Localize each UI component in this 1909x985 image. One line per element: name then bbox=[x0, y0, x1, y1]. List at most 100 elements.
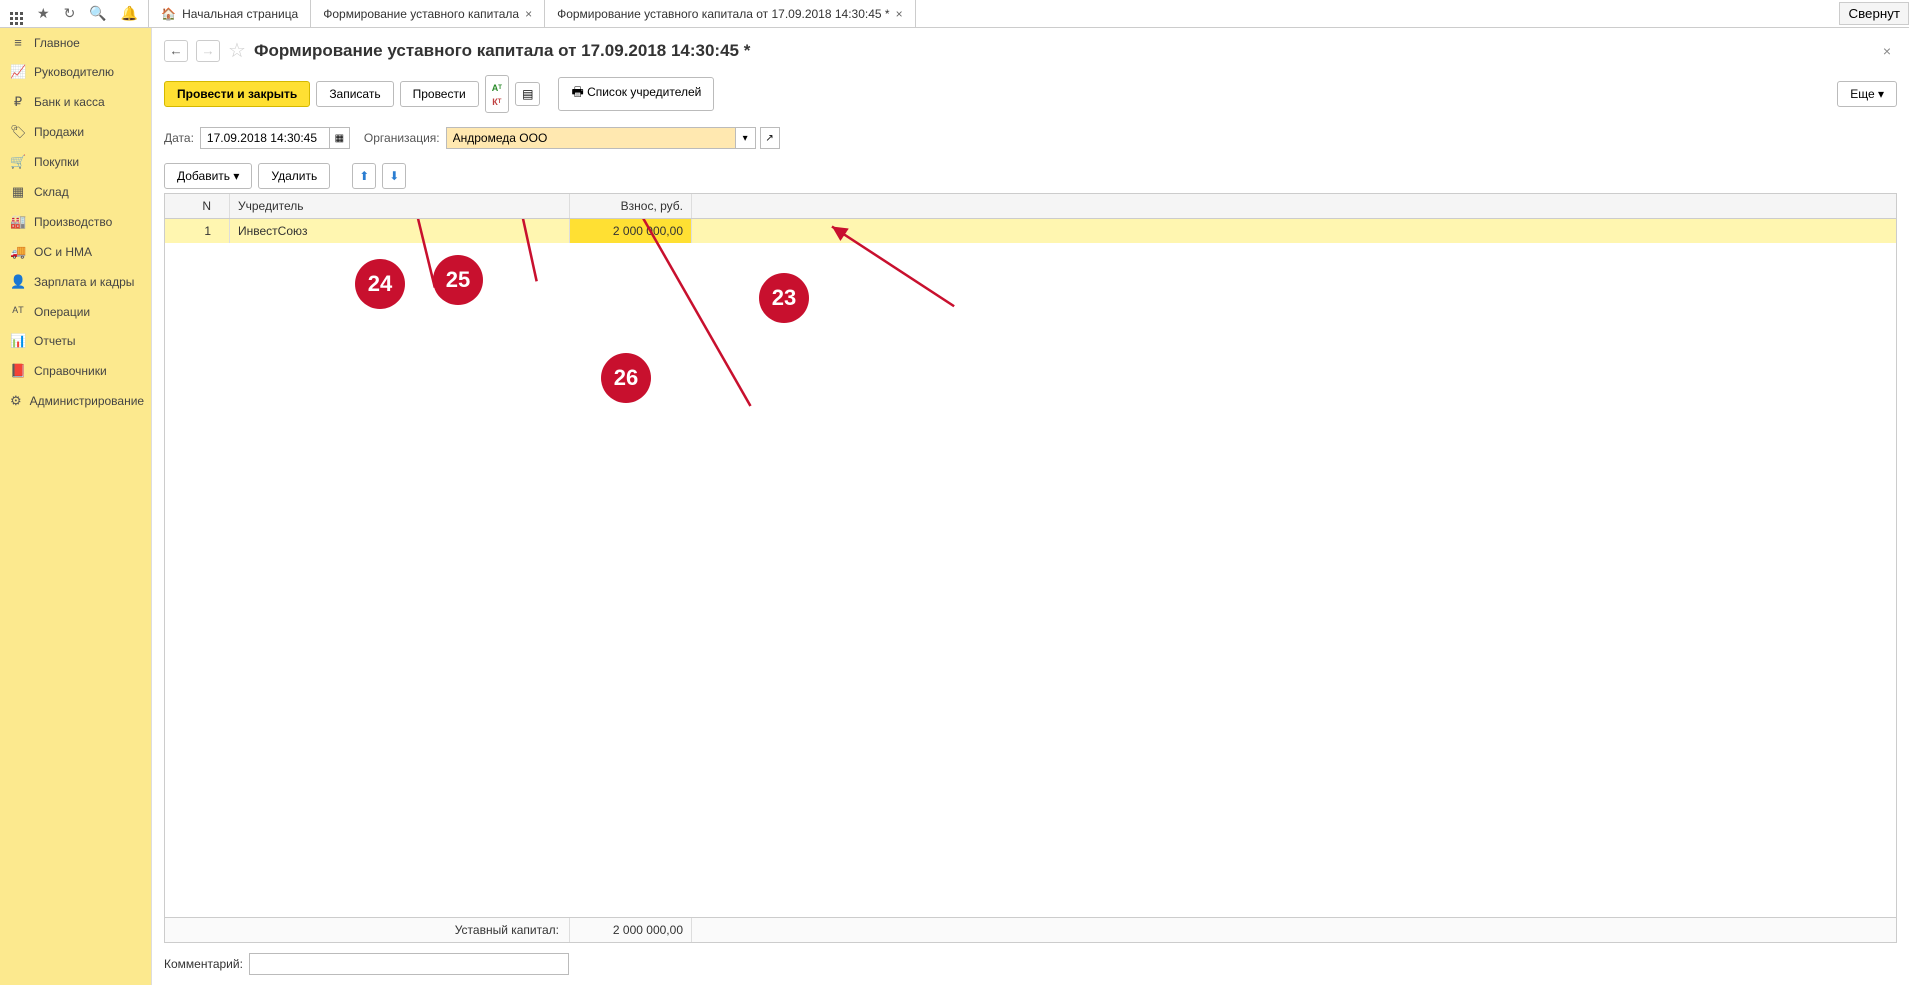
apps-icon[interactable] bbox=[10, 2, 23, 25]
founders-list-label: Список учредителей bbox=[587, 85, 701, 99]
search-icon[interactable]: 🔍 bbox=[89, 5, 106, 22]
document-icon: ▤ bbox=[522, 87, 533, 101]
nav-forward-button[interactable]: → bbox=[196, 40, 220, 62]
truck-icon: 🚚 bbox=[10, 244, 26, 260]
sidebar-item-reports[interactable]: 📊 Отчеты bbox=[0, 326, 151, 356]
sidebar-item-manager[interactable]: 📈Руководителю bbox=[0, 57, 151, 87]
sidebar-item-label: Справочники bbox=[34, 364, 107, 378]
dt-kt-icon: ᴬᵀ bbox=[10, 304, 26, 319]
warehouse-icon: ▦ bbox=[10, 184, 26, 200]
cell-founder[interactable]: ИнвестСоюз bbox=[230, 219, 570, 243]
delete-row-button[interactable]: Удалить bbox=[258, 163, 330, 189]
tab-label: Начальная страница bbox=[182, 7, 298, 21]
sidebar-item-purchases[interactable]: 🛒 Покупки bbox=[0, 147, 151, 177]
close-doc-button[interactable]: × bbox=[1877, 43, 1897, 59]
sidebar-item-label: Отчеты bbox=[34, 334, 75, 348]
sidebar-item-label: Руководителю bbox=[34, 65, 114, 79]
collapse-button[interactable]: Свернут bbox=[1839, 2, 1909, 25]
post-button[interactable]: Провести bbox=[400, 81, 479, 107]
dt-kt-icon: АᵀКᵀ bbox=[492, 83, 502, 107]
sidebar-item-catalogs[interactable]: 📕 Справочники bbox=[0, 356, 151, 386]
org-label: Организация: bbox=[364, 131, 440, 145]
tab-doc-list[interactable]: Формирование уставного капитала × bbox=[311, 0, 545, 27]
annotation-26: 26 bbox=[601, 353, 651, 403]
attachments-button[interactable]: ▤ bbox=[515, 82, 540, 106]
menu-icon: ≡ bbox=[10, 35, 26, 50]
person-icon: 👤 bbox=[10, 274, 26, 290]
doc-title: Формирование уставного капитала от 17.09… bbox=[254, 41, 750, 61]
tag-icon: 🏷 bbox=[10, 124, 26, 140]
col-header-rest bbox=[692, 194, 1896, 218]
dt-kt-button[interactable]: АᵀКᵀ bbox=[485, 75, 509, 113]
move-down-button[interactable]: ⬇ bbox=[382, 163, 406, 189]
ruble-icon: ₽ bbox=[10, 94, 26, 110]
sidebar-item-sales[interactable]: 🏷 Продажи bbox=[0, 117, 151, 147]
sidebar-item-production[interactable]: 🏭 Производство bbox=[0, 207, 151, 237]
book-icon: 📕 bbox=[10, 363, 26, 379]
org-open-button[interactable]: ↗ bbox=[760, 127, 780, 149]
sidebar-item-salary[interactable]: 👤 Зарплата и кадры bbox=[0, 267, 151, 297]
history-icon[interactable]: ↻ bbox=[64, 5, 76, 22]
sidebar-item-label: ОС и НМА bbox=[34, 245, 92, 259]
organization-input[interactable] bbox=[446, 127, 736, 149]
gear-icon: ⚙ bbox=[10, 393, 22, 409]
add-label: Добавить bbox=[177, 169, 230, 183]
bars-icon: 📊 bbox=[10, 333, 26, 349]
col-header-founder[interactable]: Учредитель bbox=[230, 194, 570, 218]
footer-total: 2 000 000,00 bbox=[570, 918, 692, 942]
date-picker-button[interactable]: ▦ bbox=[330, 127, 350, 149]
sidebar-item-label: Продажи bbox=[34, 125, 84, 139]
factory-icon: 🏭 bbox=[10, 214, 26, 230]
col-header-amount[interactable]: Взнос, руб. bbox=[570, 194, 692, 218]
bell-icon[interactable]: 🔔 bbox=[121, 5, 138, 22]
cell-n: 1 bbox=[165, 219, 230, 243]
tab-doc-instance[interactable]: Формирование уставного капитала от 17.09… bbox=[545, 0, 916, 27]
sidebar: ≡ Главное 📈Руководителю ₽ Банк и касса 🏷 Пр… bbox=[0, 28, 152, 985]
home-icon: 🏠 bbox=[161, 7, 176, 21]
sidebar-item-label: Банк и касса bbox=[34, 95, 105, 109]
sidebar-item-label: Операции bbox=[34, 305, 90, 319]
save-button[interactable]: Записать bbox=[316, 81, 393, 107]
annotation-25: 25 bbox=[433, 255, 483, 305]
printer-icon: 🖶 bbox=[571, 84, 583, 99]
favorite-star-icon[interactable]: ☆ bbox=[228, 38, 246, 63]
more-label: Еще bbox=[1850, 87, 1874, 101]
annotation-24: 24 bbox=[355, 259, 405, 309]
tab-label: Формирование уставного капитала bbox=[323, 7, 519, 21]
comment-input[interactable] bbox=[249, 953, 569, 975]
sidebar-item-label: Зарплата и кадры bbox=[34, 275, 134, 289]
col-header-n[interactable]: N bbox=[165, 194, 230, 218]
date-input[interactable] bbox=[200, 127, 330, 149]
founders-list-button[interactable]: 🖶 Список учредителей bbox=[558, 77, 714, 111]
close-icon[interactable]: × bbox=[525, 7, 532, 21]
sidebar-item-warehouse[interactable]: ▦ Склад bbox=[0, 177, 151, 207]
tab-label: Формирование уставного капитала от 17.09… bbox=[557, 7, 890, 21]
sidebar-item-admin[interactable]: ⚙ Администрирование bbox=[0, 386, 151, 416]
nav-back-button[interactable]: ← bbox=[164, 40, 188, 62]
footer-label: Уставный капитал: bbox=[165, 918, 570, 942]
org-dropdown-button[interactable]: ▾ bbox=[736, 127, 756, 149]
sidebar-item-operations[interactable]: ᴬᵀ Операции bbox=[0, 297, 151, 326]
sidebar-item-label: Производство bbox=[34, 215, 112, 229]
move-up-button[interactable]: ⬆ bbox=[352, 163, 376, 189]
cell-amount[interactable]: 2 000 000,00 bbox=[570, 219, 692, 243]
sidebar-item-label: Администрирование bbox=[30, 394, 144, 408]
founders-table: N Учредитель Взнос, руб. 1 ИнвестСоюз 2 … bbox=[164, 193, 1897, 943]
post-and-close-button[interactable]: Провести и закрыть bbox=[164, 81, 310, 107]
cart-icon: 🛒 bbox=[10, 154, 26, 170]
more-button[interactable]: Еще ▾ bbox=[1837, 81, 1897, 107]
sidebar-item-label: Склад bbox=[34, 185, 69, 199]
sidebar-item-label: Главное bbox=[34, 36, 80, 50]
sidebar-item-os-nma[interactable]: 🚚 ОС и НМА bbox=[0, 237, 151, 267]
cell-rest bbox=[692, 219, 1896, 243]
star-icon[interactable]: ★ bbox=[37, 5, 50, 22]
sidebar-item-label: Покупки bbox=[34, 155, 79, 169]
tab-home[interactable]: 🏠 Начальная страница bbox=[149, 0, 311, 27]
sidebar-item-bank[interactable]: ₽ Банк и касса bbox=[0, 87, 151, 117]
sidebar-item-main[interactable]: ≡ Главное bbox=[0, 28, 151, 57]
add-row-button[interactable]: Добавить ▾ bbox=[164, 163, 252, 189]
comment-label: Комментарий: bbox=[164, 957, 243, 971]
table-row[interactable]: 1 ИнвестСоюз 2 000 000,00 bbox=[165, 219, 1896, 243]
date-label: Дата: bbox=[164, 131, 194, 145]
close-icon[interactable]: × bbox=[896, 7, 903, 21]
